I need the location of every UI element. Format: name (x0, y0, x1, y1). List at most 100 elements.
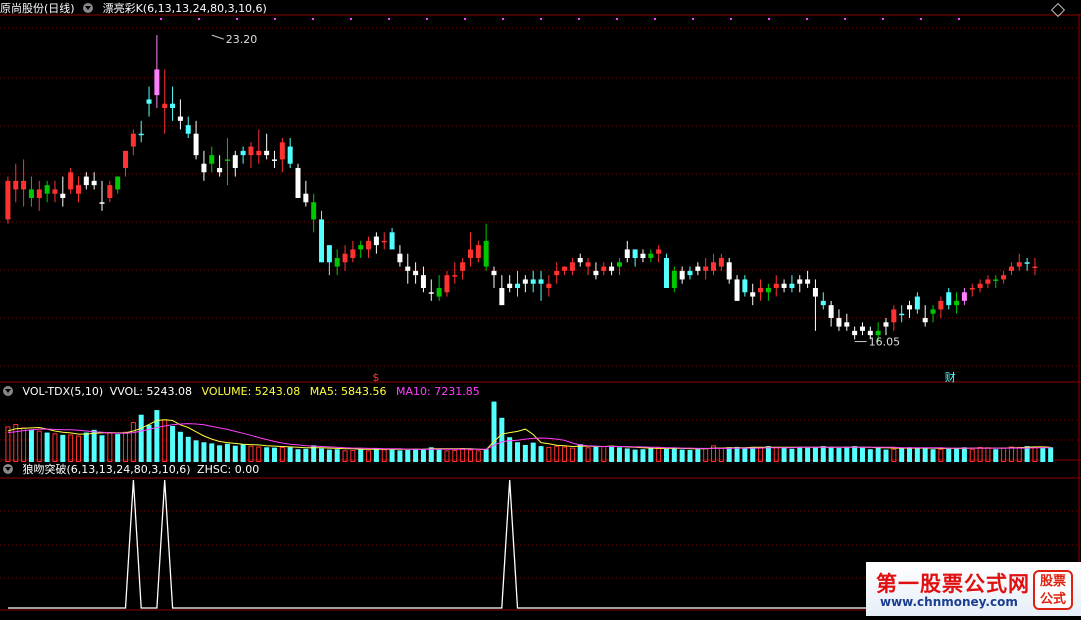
volume-bar (397, 450, 403, 462)
watermark-logo: 第一股票公式网 www.chnmoney.com 股票 公式 (866, 562, 1081, 616)
candle (381, 232, 387, 250)
candle (562, 266, 568, 276)
candle-body (1001, 275, 1007, 280)
candle-body (287, 146, 293, 164)
dropdown-icon[interactable] (3, 464, 13, 474)
signal-dot (388, 18, 390, 20)
candle-body (805, 279, 811, 284)
signal-dot (768, 18, 770, 20)
candle-body (585, 262, 591, 267)
candle-body (311, 202, 317, 220)
candle (224, 138, 230, 186)
candle-body (507, 283, 513, 288)
volume-bar (405, 449, 411, 462)
candle (648, 249, 654, 263)
candle-body (648, 253, 654, 258)
candle (577, 253, 583, 267)
candle (852, 326, 858, 340)
candle-body (711, 262, 717, 271)
candle (844, 313, 850, 331)
candle (75, 176, 81, 203)
volume-bar (977, 446, 983, 463)
signal-dot (692, 18, 694, 20)
zhsc-panel-header: 狼吻突破(6,13,13,24,80,3,10,6) ZHSC: 0.00 (0, 462, 265, 478)
candle-body (99, 202, 105, 204)
volume-bar (985, 447, 991, 462)
volume-bar (585, 447, 591, 462)
volume-bar (867, 449, 873, 462)
volume-bar (91, 429, 97, 462)
volume-bar (75, 435, 81, 462)
candle-body (491, 270, 497, 276)
signal-dot (654, 18, 656, 20)
candle (758, 279, 764, 301)
volume-bar (130, 422, 136, 462)
candle (820, 292, 826, 310)
candle (797, 275, 803, 293)
candle-body (154, 69, 160, 96)
candle-body (836, 318, 842, 327)
volume-bar (201, 442, 207, 462)
volume-bar (758, 447, 764, 462)
volume-bar (781, 447, 787, 462)
candle-body (538, 279, 544, 284)
candle (232, 150, 238, 177)
candle-body (177, 116, 183, 121)
candle-body (68, 172, 74, 190)
candle (240, 146, 246, 164)
volume-bar (60, 434, 66, 462)
candle (969, 283, 975, 297)
candle (632, 249, 638, 267)
candle-body (640, 253, 646, 258)
candle (303, 180, 309, 207)
signal-dot (806, 18, 808, 20)
price-marker-label: 16.05 (869, 336, 901, 349)
candle (993, 275, 999, 288)
volume-bar (522, 444, 528, 462)
volume-bar (21, 427, 27, 463)
volume-bar (295, 449, 301, 462)
dropdown-icon[interactable] (3, 386, 13, 396)
candle-body (271, 159, 277, 161)
volume-bar (844, 446, 850, 462)
price-markers: 23.20 16.05 $ 财 (211, 33, 956, 384)
zhsc-indicator-name[interactable]: 狼吻突破(6,13,13,24,80,3,10,6) (23, 463, 191, 476)
candle-body (389, 232, 395, 250)
candle-body (938, 300, 944, 310)
candle (350, 240, 356, 263)
candle-body (201, 163, 207, 173)
candle-body (758, 288, 764, 293)
indicator-name[interactable]: 漂亮彩K(6,13,13,24,80,3,10,6) (103, 2, 267, 15)
candle-body (232, 155, 238, 168)
candle (773, 275, 779, 297)
candle-body (899, 313, 905, 316)
candle (248, 142, 254, 168)
volume-bar (828, 447, 834, 462)
volume-bar (170, 425, 176, 462)
candle-body (248, 146, 254, 156)
candle-body (593, 270, 599, 276)
ma10-line (7, 423, 1051, 450)
volume-bar (593, 446, 599, 462)
candle-body (444, 275, 450, 293)
ma5-value: MA5: 5843.56 (309, 385, 387, 398)
candle-body (52, 189, 58, 194)
volume-bar (687, 449, 693, 462)
candlestick-series[interactable] (5, 35, 1038, 342)
candle (609, 262, 615, 276)
candle (193, 120, 199, 160)
candle-body (483, 240, 489, 267)
candle (467, 232, 473, 267)
volume-value: VOLUME: 5243.08 (201, 385, 301, 398)
watermark-url: www.chnmoney.com (880, 595, 1018, 609)
candle (828, 300, 834, 327)
volume-bar (812, 447, 818, 462)
candle-body (703, 266, 709, 271)
candle-body (326, 245, 332, 263)
candle (154, 35, 160, 108)
vol-indicator-name[interactable]: VOL-TDX(5,10) (23, 385, 104, 398)
volume-bar (256, 446, 262, 462)
dropdown-icon[interactable] (83, 3, 94, 13)
candle (914, 292, 920, 314)
volume-bar (334, 449, 340, 462)
